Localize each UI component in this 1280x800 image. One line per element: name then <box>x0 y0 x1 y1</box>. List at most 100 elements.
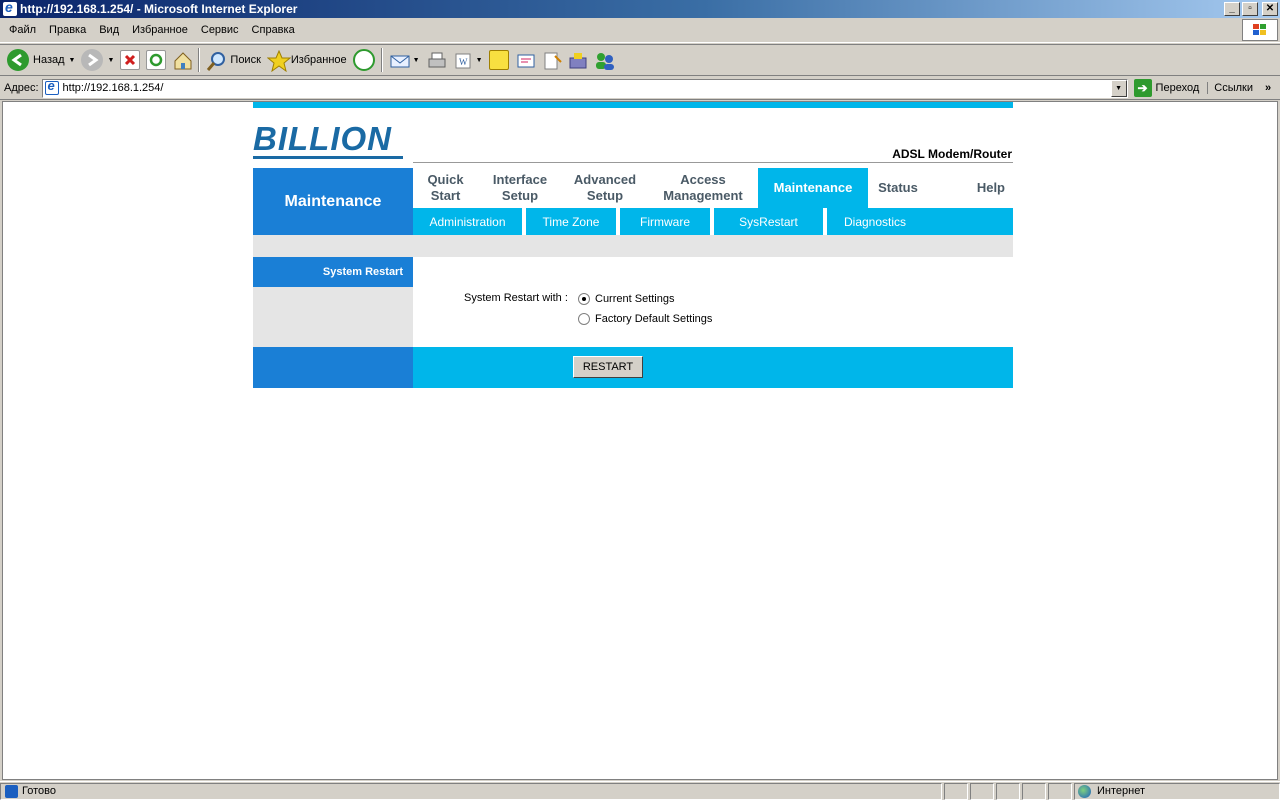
chevron-right-icon[interactable]: » <box>1265 82 1271 94</box>
subtab-administration[interactable]: Administration <box>413 208 526 235</box>
subtab-time-zone[interactable]: Time Zone <box>526 208 620 235</box>
maximize-button[interactable]: ▫ <box>1242 2 1258 16</box>
status-cell <box>944 782 968 800</box>
print-icon <box>426 50 446 70</box>
zone-label: Интернет <box>1097 785 1145 797</box>
links-button[interactable]: Ссылки » <box>1207 82 1271 94</box>
menu-file[interactable]: Файл <box>4 24 44 36</box>
back-button[interactable]: Назад ▼ <box>4 47 78 73</box>
tab-advanced-setup[interactable]: Advanced Setup <box>562 168 648 208</box>
gray-band <box>253 235 1013 257</box>
status-cell <box>996 782 1020 800</box>
sub-tabs: Administration Time Zone Firmware SysRes… <box>413 208 1013 235</box>
restart-button[interactable]: RESTART <box>573 356 643 378</box>
edit-button[interactable]: W ▼ <box>449 47 486 73</box>
forward-arrow-icon <box>81 49 104 71</box>
close-button[interactable]: ✕ <box>1262 2 1278 16</box>
go-button[interactable]: ➔ Переход <box>1133 79 1200 97</box>
favorites-button[interactable]: Избранное <box>264 47 350 73</box>
ie-app-icon <box>3 0 17 16</box>
status-cell <box>1022 782 1046 800</box>
tab-access-management[interactable]: Access Management <box>648 168 758 208</box>
messenger-button[interactable] <box>512 47 538 73</box>
menu-tools[interactable]: Сервис <box>196 24 247 36</box>
subtab-firmware[interactable]: Firmware <box>620 208 714 235</box>
tab-help[interactable]: Help <box>928 168 1013 208</box>
address-dropdown-icon[interactable]: ▼ <box>1110 79 1127 97</box>
back-arrow-icon <box>7 49 29 71</box>
discuss-button[interactable] <box>486 47 512 73</box>
address-input[interactable] <box>62 82 1103 94</box>
tab-quick-start[interactable]: Quick Start <box>413 168 478 208</box>
research-icon <box>541 50 562 70</box>
tab-quick-start-line1: Quick <box>427 172 464 187</box>
research-button[interactable] <box>538 47 564 73</box>
tab-advanced-setup-line2: Setup <box>586 188 624 203</box>
search-icon <box>206 50 226 71</box>
address-label: Адрес: <box>4 82 39 94</box>
radio-factory-default[interactable] <box>578 313 590 325</box>
search-label: Поиск <box>230 54 261 66</box>
forward-button[interactable]: ▼ <box>78 47 117 73</box>
option-current-settings[interactable]: Current Settings <box>578 293 674 305</box>
subtab-diagnostics[interactable]: Diagnostics <box>827 208 923 235</box>
star-icon <box>266 49 292 73</box>
tools-icon <box>567 50 587 70</box>
edit-dropdown-icon[interactable]: ▼ <box>476 57 483 64</box>
option-factory-default-label: Factory Default Settings <box>595 313 713 325</box>
address-field[interactable]: ▼ <box>41 78 1128 98</box>
refresh-button[interactable] <box>143 47 169 73</box>
section-label: Maintenance <box>253 168 413 235</box>
back-label: Назад <box>33 54 65 66</box>
radio-current-settings[interactable] <box>578 293 590 305</box>
tab-interface-setup-line2: Setup <box>501 188 539 203</box>
print-button[interactable] <box>423 47 449 73</box>
history-button[interactable] <box>350 47 378 73</box>
go-label: Переход <box>1155 82 1200 94</box>
minimize-button[interactable]: _ <box>1224 2 1240 16</box>
stop-icon <box>120 50 141 70</box>
stop-button[interactable] <box>117 47 143 73</box>
home-icon <box>172 50 192 70</box>
go-arrow-icon: ➔ <box>1133 79 1152 97</box>
history-icon <box>352 49 375 71</box>
menu-help[interactable]: Справка <box>247 24 303 36</box>
status-cell <box>1048 782 1072 800</box>
search-button[interactable]: Поиск <box>203 47 263 73</box>
users-icon <box>593 50 614 70</box>
mail-dropdown-icon[interactable]: ▼ <box>413 57 420 64</box>
subtab-sysrestart[interactable]: SysRestart <box>714 208 827 235</box>
option-current-settings-label: Current Settings <box>595 293 675 305</box>
edit-word-icon: W <box>452 50 472 70</box>
mail-icon <box>389 50 410 70</box>
page-viewport: BILLION ADSL Modem/Router Maintenance Qu… <box>2 101 1278 780</box>
billion-logo: BILLION <box>253 122 403 162</box>
back-dropdown-icon[interactable]: ▼ <box>69 57 76 64</box>
restart-with-label: System Restart with : <box>464 292 568 304</box>
messenger-icon <box>515 50 535 70</box>
menu-view[interactable]: Вид <box>94 24 127 36</box>
links-label: Ссылки <box>1214 82 1253 94</box>
tab-maintenance[interactable]: Maintenance <box>758 168 868 208</box>
menu-favorites[interactable]: Избранное <box>127 24 196 36</box>
users-button[interactable] <box>590 47 616 73</box>
status-text: Готово <box>22 785 56 797</box>
restart-form: System Restart with : Current Settings F… <box>413 257 1013 347</box>
tab-help-label: Help <box>976 180 1005 195</box>
side-panel <box>253 287 413 347</box>
footer-left <box>253 347 413 388</box>
menu-edit[interactable]: Правка <box>44 24 94 36</box>
globe-icon <box>1078 784 1091 798</box>
note-icon <box>488 50 509 70</box>
home-button[interactable] <box>169 47 195 73</box>
window-title: http://192.168.1.254/ - Microsoft Intern… <box>20 2 298 16</box>
tab-access-management-line1: Access <box>680 172 726 187</box>
tab-advanced-setup-line1: Advanced <box>573 172 637 187</box>
tab-status[interactable]: Status <box>868 168 928 208</box>
tab-interface-setup[interactable]: Interface Setup <box>478 168 562 208</box>
tools-button[interactable] <box>564 47 590 73</box>
option-factory-default[interactable]: Factory Default Settings <box>578 313 712 325</box>
mail-button[interactable]: ▼ <box>386 47 423 73</box>
forward-dropdown-icon[interactable]: ▼ <box>107 57 114 64</box>
windows-logo-icon <box>1242 19 1278 41</box>
